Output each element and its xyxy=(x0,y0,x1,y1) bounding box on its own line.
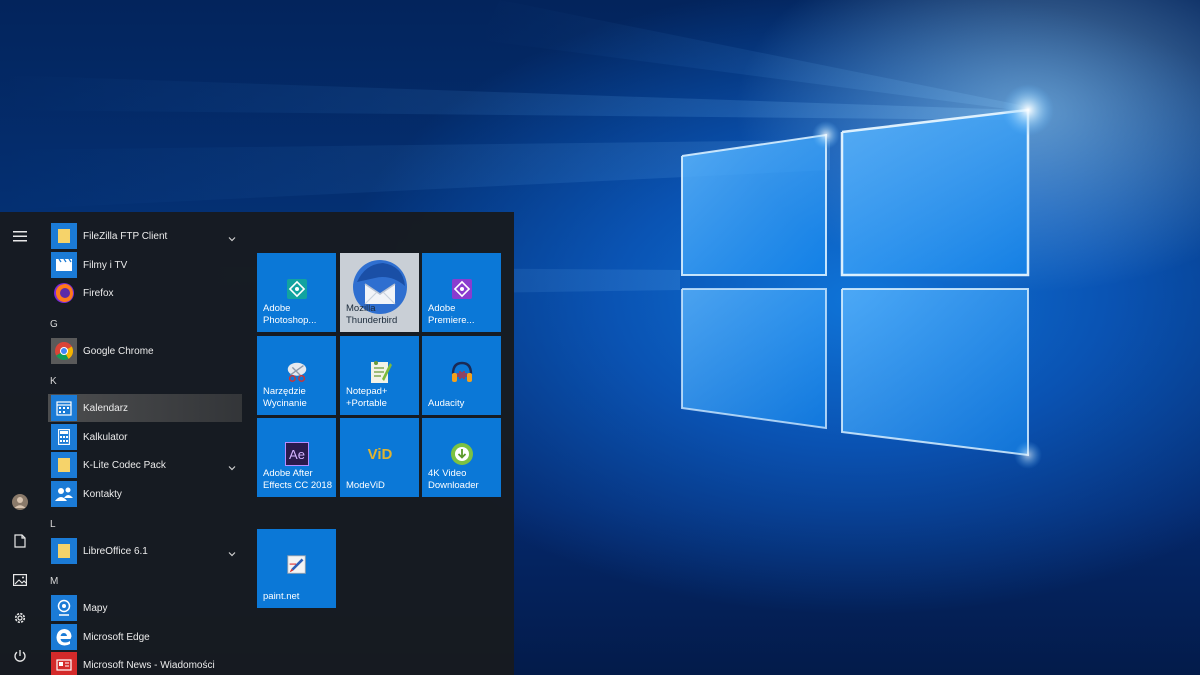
snipping-tool-icon xyxy=(285,360,309,384)
chrome-icon xyxy=(51,338,77,364)
modevid-icon: ViD xyxy=(362,442,398,466)
gear-icon xyxy=(13,610,27,629)
app-item-edge[interactable]: Microsoft Edge xyxy=(48,623,242,651)
documents-button[interactable] xyxy=(0,524,40,560)
app-item-libreoffice[interactable]: LibreOffice 6.1 xyxy=(48,537,242,565)
tile-notepad-plus-plus[interactable]: Notepad+ +Portable xyxy=(340,336,419,415)
folder-icon xyxy=(51,223,77,249)
user-avatar-icon xyxy=(12,494,28,514)
start-menu: FileZilla FTP Client Filmy i TV Firefox … xyxy=(0,212,514,675)
photoshop-icon xyxy=(285,277,309,301)
contacts-icon xyxy=(51,481,77,507)
tile-label: Narzędzie Wycinanie xyxy=(263,386,307,409)
news-icon xyxy=(51,652,77,675)
settings-button[interactable] xyxy=(0,601,40,637)
power-icon xyxy=(13,648,27,667)
tile-adobe-photoshop[interactable]: Adobe Photoshop... xyxy=(257,253,336,332)
app-item-kontakty[interactable]: Kontakty xyxy=(48,480,242,508)
maps-icon xyxy=(51,595,77,621)
calendar-icon xyxy=(51,395,77,421)
start-rail xyxy=(0,212,40,675)
tile-label: paint.net xyxy=(263,591,300,602)
paint-net-icon xyxy=(285,553,309,577)
document-icon xyxy=(14,533,26,552)
app-item-klite[interactable]: K-Lite Codec Pack xyxy=(48,451,242,479)
tile-adobe-after-effects[interactable]: Ae Adobe After Effects CC 2018 xyxy=(257,418,336,497)
film-icon xyxy=(51,252,77,278)
after-effects-icon: Ae xyxy=(285,442,309,466)
app-item-filmy[interactable]: Filmy i TV xyxy=(48,251,242,279)
chevron-down-icon[interactable] xyxy=(226,230,238,242)
folder-icon xyxy=(51,452,77,478)
app-item-label: Firefox xyxy=(83,287,114,299)
user-account-button[interactable] xyxy=(0,486,40,522)
app-item-kalendarz[interactable]: Kalendarz xyxy=(48,394,242,422)
expand-menu-button[interactable] xyxy=(0,218,40,254)
app-item-label: FileZilla FTP Client xyxy=(83,230,168,242)
app-item-kalkulator[interactable]: Kalkulator xyxy=(48,423,242,451)
tile-label: Adobe Premiere... xyxy=(428,303,475,326)
letter-header-l[interactable]: L xyxy=(50,519,56,530)
pictures-button[interactable] xyxy=(0,562,40,598)
app-item-firefox[interactable]: Firefox xyxy=(48,279,242,307)
tile-mozilla-thunderbird[interactable]: Mozilla Thunderbird xyxy=(340,253,419,332)
tile-label: 4K Video Downloader xyxy=(428,468,479,491)
app-item-label: Kalkulator xyxy=(83,431,128,443)
picture-icon xyxy=(13,571,28,590)
app-item-mapy[interactable]: Mapy xyxy=(48,594,242,622)
tile-narzedzie-wycinanie[interactable]: Narzędzie Wycinanie xyxy=(257,336,336,415)
folder-icon xyxy=(51,538,77,564)
app-item-label: Kontakty xyxy=(83,488,122,500)
firefox-icon xyxy=(51,280,77,306)
hamburger-icon xyxy=(13,227,27,246)
power-button[interactable] xyxy=(0,639,40,675)
modevid-icon-text: ViD xyxy=(367,445,393,463)
tile-label: Audacity xyxy=(428,398,465,409)
app-item-label: LibreOffice 6.1 xyxy=(83,545,148,557)
tile-audacity[interactable]: Audacity xyxy=(422,336,501,415)
tile-adobe-premiere[interactable]: Adobe Premiere... xyxy=(422,253,501,332)
tile-modevid[interactable]: ViD ModeViD xyxy=(340,418,419,497)
tile-label: Mozilla Thunderbird xyxy=(346,303,398,326)
tile-label: Adobe After Effects CC 2018 xyxy=(263,468,333,491)
chevron-down-icon[interactable] xyxy=(226,459,238,471)
app-item-label: Filmy i TV xyxy=(83,259,128,271)
app-item-label: Mapy xyxy=(83,602,108,614)
chevron-down-icon[interactable] xyxy=(226,545,238,557)
edge-icon xyxy=(51,624,77,650)
app-item-label: Microsoft Edge xyxy=(83,631,150,643)
after-effects-icon-text: Ae xyxy=(289,446,305,462)
app-item-chrome[interactable]: Google Chrome xyxy=(48,337,242,365)
audacity-icon xyxy=(450,360,474,384)
tile-4k-video-downloader[interactable]: 4K Video Downloader xyxy=(422,418,501,497)
tile-paint-net[interactable]: paint.net xyxy=(257,529,336,608)
premiere-icon xyxy=(450,277,474,301)
letter-header-g[interactable]: G xyxy=(50,319,58,330)
app-list: FileZilla FTP Client Filmy i TV Firefox … xyxy=(40,212,248,675)
app-item-filezilla[interactable]: FileZilla FTP Client xyxy=(48,222,242,250)
app-item-label: Microsoft News - Wiadomości xyxy=(83,659,215,671)
app-item-label: Kalendarz xyxy=(83,402,129,414)
tile-label: Notepad+ +Portable xyxy=(346,386,388,409)
tile-label: ModeViD xyxy=(346,480,385,491)
notepad-plus-plus-icon xyxy=(368,360,392,384)
app-item-label: Google Chrome xyxy=(83,345,154,357)
app-item-label: K-Lite Codec Pack xyxy=(83,459,166,471)
video-downloader-icon xyxy=(450,442,474,466)
letter-header-m[interactable]: M xyxy=(50,576,58,587)
app-item-microsoft-news[interactable]: Microsoft News - Wiadomości xyxy=(48,651,242,675)
calculator-icon xyxy=(51,424,77,450)
letter-header-k[interactable]: K xyxy=(50,376,57,387)
tile-label: Adobe Photoshop... xyxy=(263,303,317,326)
